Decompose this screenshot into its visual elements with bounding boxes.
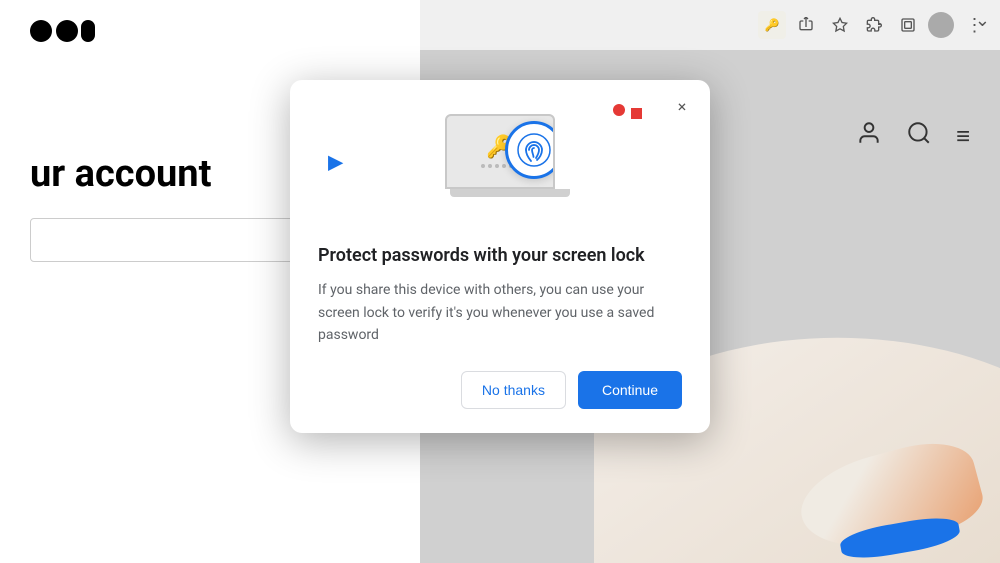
dialog-actions: No thanks Continue bbox=[318, 371, 682, 409]
notification-dot bbox=[613, 104, 625, 116]
dialog-body: If you share this device with others, yo… bbox=[318, 279, 682, 346]
continue-button[interactable]: Continue bbox=[578, 371, 682, 409]
dialog-overlay: × ▶ 🔑 bbox=[0, 0, 1000, 563]
fingerprint-badge bbox=[505, 121, 555, 179]
red-notification-dot bbox=[631, 108, 642, 119]
laptop-illustration: 🔑 bbox=[445, 114, 575, 214]
laptop-screen: 🔑 bbox=[445, 114, 555, 189]
password-dialog: × ▶ 🔑 bbox=[290, 80, 710, 433]
no-thanks-button[interactable]: No thanks bbox=[461, 371, 566, 409]
play-icon: ▶ bbox=[328, 150, 343, 174]
dialog-title: Protect passwords with your screen lock bbox=[318, 244, 682, 267]
dialog-illustration: ▶ 🔑 bbox=[318, 104, 682, 224]
laptop-base bbox=[450, 189, 570, 197]
